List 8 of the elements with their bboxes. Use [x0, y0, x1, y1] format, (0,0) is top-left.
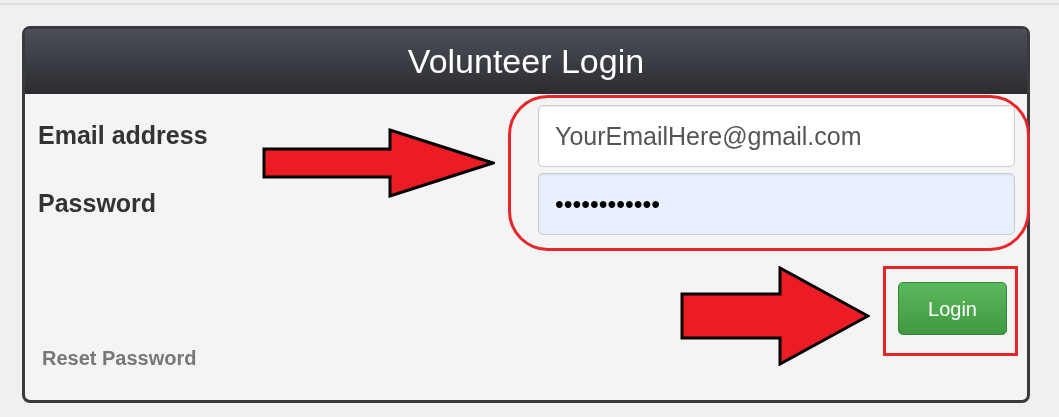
input-field[interactable]: •••••••••••• [538, 173, 1015, 235]
panel-title: Volunteer Login [25, 29, 1027, 94]
field-label: Email address [38, 120, 209, 152]
reset-password-link[interactable]: Reset Password [42, 343, 197, 373]
field-label: Password [38, 188, 158, 220]
input-field[interactable]: YourEmailHere@gmail.com [538, 105, 1015, 167]
arrow-icon [262, 128, 495, 198]
arrow-icon [680, 266, 870, 366]
